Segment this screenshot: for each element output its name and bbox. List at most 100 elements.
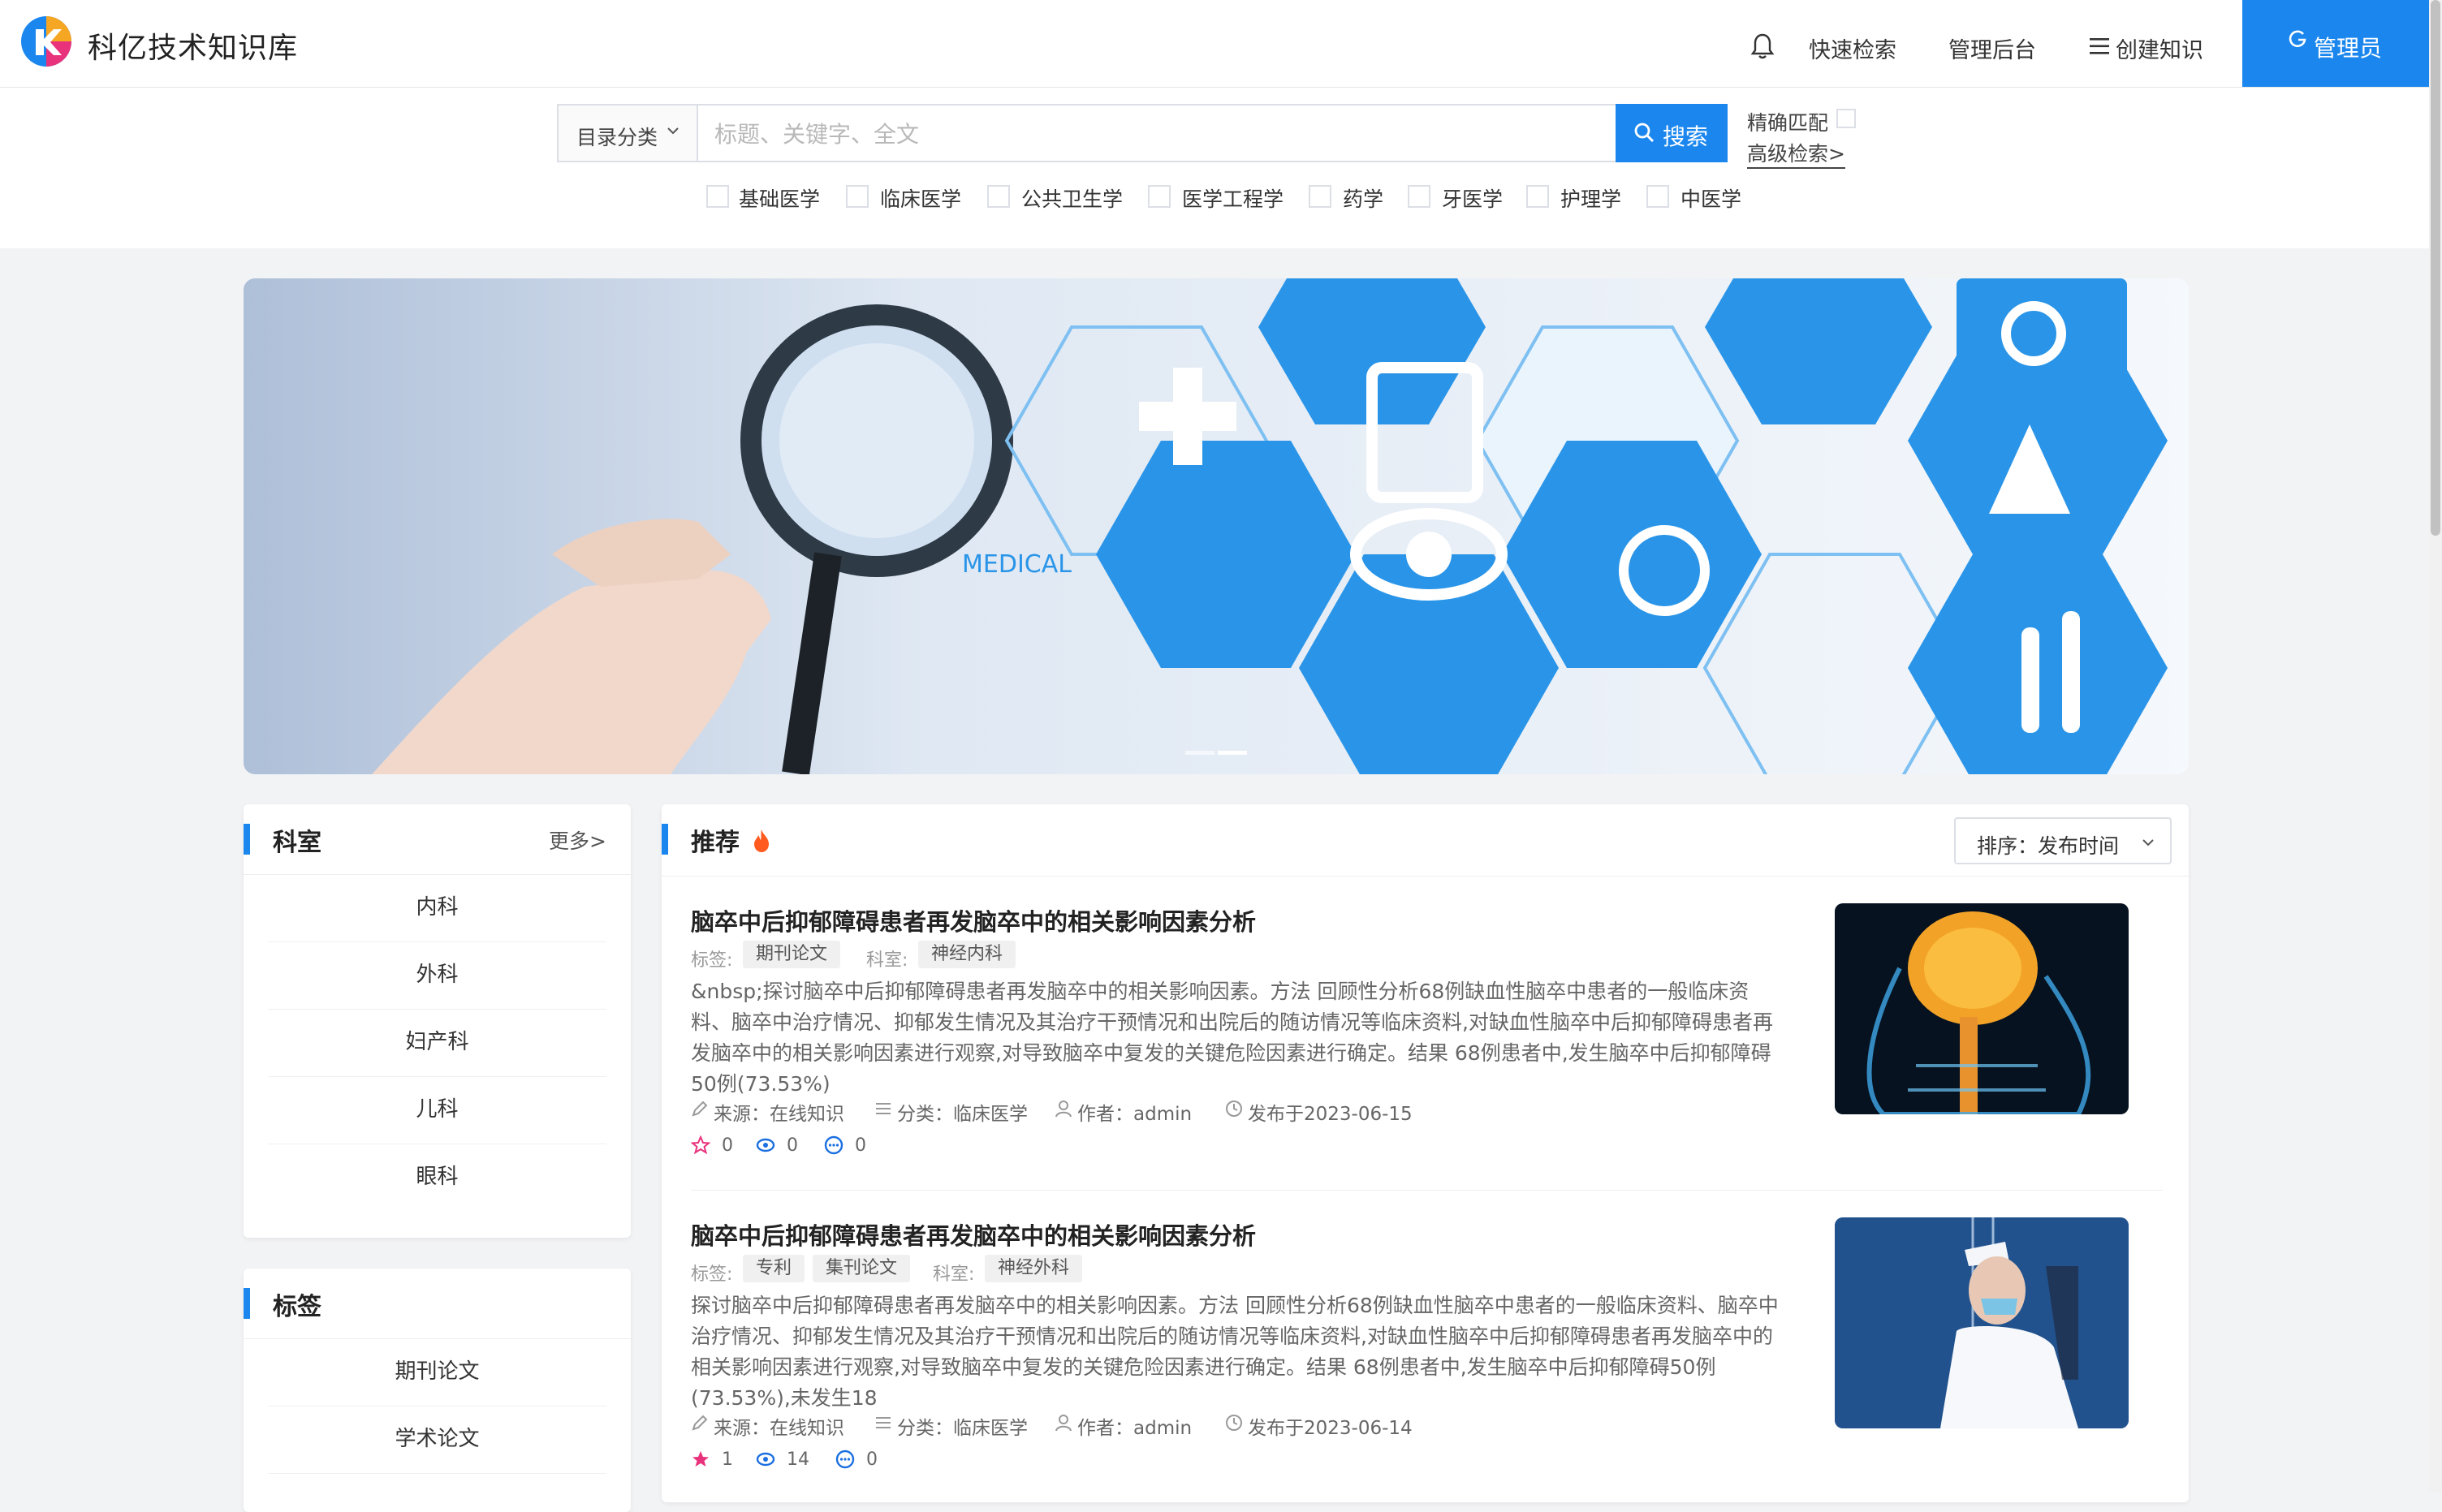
article-category: 分类：临床医学 — [874, 1412, 1028, 1440]
search-box: 目录分类 搜索 — [557, 104, 1728, 162]
nav-create-knowledge[interactable]: 创建知识 — [2116, 32, 2203, 64]
article-tag[interactable]: 集刊论文 — [813, 1255, 911, 1282]
filter-checkbox[interactable] — [1408, 185, 1430, 208]
filter-checkbox[interactable] — [1309, 185, 1331, 208]
eye-icon — [756, 1138, 775, 1152]
article-category: 分类：临床医学 — [874, 1098, 1028, 1126]
department-item[interactable]: 眼科 — [268, 1144, 606, 1211]
app-title[interactable]: 科亿技术知识库 — [88, 24, 298, 67]
banner-image[interactable]: MEDICAL MEDICAL — [244, 278, 2189, 774]
exact-match-label: 精确匹配 — [1747, 111, 1829, 135]
comment-icon — [835, 1450, 855, 1469]
tags-label: 标签: — [691, 1264, 733, 1285]
search-icon — [1634, 123, 1655, 143]
edit-icon — [692, 1415, 708, 1431]
star-filled-icon — [692, 1451, 709, 1467]
scrollbar[interactable] — [2429, 0, 2442, 1492]
article-divider — [691, 1190, 2163, 1191]
user-icon — [1055, 1101, 1072, 1118]
bell-icon[interactable] — [1750, 32, 1775, 60]
tags-title: 标签 — [273, 1293, 321, 1321]
tag-item[interactable]: 期刊论文 — [268, 1338, 606, 1406]
article-source: 来源：在线知识 — [691, 1098, 844, 1126]
article-thumbnail[interactable] — [1835, 1217, 2129, 1428]
departments-panel: 科室 更多> 内科 外科 妇产科 儿科 眼科 — [244, 804, 631, 1238]
departments-title: 科室 — [273, 829, 321, 857]
edit-icon — [692, 1101, 708, 1117]
eye-icon — [756, 1452, 775, 1467]
article-abstract: &nbsp;探讨脑卒中后抑郁障碍患者再发脑卒中的相关影响因素。方法 回顾性分析6… — [691, 980, 1773, 1096]
panel-accent-bar — [244, 1288, 250, 1319]
star-icon — [691, 1135, 710, 1155]
filter-checkbox[interactable] — [1526, 185, 1549, 208]
filter-label: 医学工程学 — [1182, 187, 1284, 211]
category-select[interactable]: 目录分类 — [559, 106, 698, 161]
app-logo-icon[interactable] — [19, 15, 73, 68]
filter-checkbox[interactable] — [987, 185, 1010, 208]
article-title[interactable]: 脑卒中后抑郁障碍患者再发脑卒中的相关影响因素分析 — [691, 903, 1256, 937]
article-date: 发布于2023-06-15 — [1225, 1098, 1413, 1126]
department-item[interactable]: 外科 — [268, 941, 606, 1010]
filter-label: 基础医学 — [739, 187, 821, 211]
filter-label: 中医学 — [1680, 187, 1742, 211]
user-menu-button[interactable]: 管理员 — [2242, 0, 2429, 87]
filter-label: 护理学 — [1560, 187, 1622, 211]
exact-match-checkbox[interactable] — [1836, 109, 1856, 128]
department-item[interactable]: 妇产科 — [268, 1009, 606, 1077]
departments-more-link[interactable]: 更多> — [549, 825, 606, 855]
chevron-down-icon — [2142, 839, 2154, 846]
article-title[interactable]: 脑卒中后抑郁障碍患者再发脑卒中的相关影响因素分析 — [691, 1217, 1256, 1251]
clock-icon — [1226, 1101, 1242, 1117]
article-tag[interactable]: 专利 — [743, 1255, 805, 1282]
filter-label: 牙医学 — [1442, 187, 1504, 211]
article-tag[interactable]: 期刊论文 — [743, 941, 841, 968]
clock-icon — [1226, 1415, 1242, 1431]
search-button-label: 搜索 — [1663, 123, 1709, 150]
article-author: 作者：admin — [1055, 1412, 1192, 1440]
list-icon — [876, 1417, 891, 1428]
filter-checkbox[interactable] — [846, 185, 869, 208]
filter-checkbox[interactable] — [706, 185, 729, 208]
nav-admin-backend[interactable]: 管理后台 — [1948, 32, 2036, 64]
nav-quick-search[interactable]: 快速检索 — [1809, 32, 1896, 64]
article-source: 来源：在线知识 — [691, 1412, 844, 1440]
category-select-label: 目录分类 — [576, 126, 658, 149]
article-department[interactable]: 神经内科 — [918, 941, 1016, 968]
tag-item[interactable]: 学术论文 — [268, 1406, 606, 1474]
filter-label: 药学 — [1343, 187, 1384, 211]
tags-label: 标签: — [691, 950, 733, 971]
article-date: 发布于2023-06-14 — [1225, 1412, 1413, 1440]
article-department[interactable]: 神经外科 — [985, 1255, 1083, 1282]
comment-icon — [824, 1135, 843, 1155]
filter-label: 公共卫生学 — [1021, 187, 1124, 211]
recommend-title: 推荐 — [691, 829, 740, 857]
filter-checkbox[interactable] — [1646, 185, 1669, 208]
panel-accent-bar — [244, 824, 250, 855]
search-area: 目录分类 搜索 精确匹配 高级检索> 基础医学 临床医学 公共卫生学 医学工程学… — [0, 88, 2429, 248]
sort-dropdown[interactable]: 排序：发布时间 — [1954, 817, 2172, 864]
list-icon — [876, 1103, 891, 1114]
filter-checkbox[interactable] — [1148, 185, 1171, 208]
search-input[interactable] — [698, 106, 1609, 162]
department-label: 科室: — [933, 1264, 975, 1285]
article-thumbnail[interactable] — [1835, 903, 2129, 1114]
chevron-down-icon — [667, 127, 679, 135]
advanced-search-link[interactable]: 高级检索> — [1747, 138, 1845, 169]
panel-accent-bar — [662, 824, 668, 855]
user-icon — [2289, 30, 2306, 48]
banner-text: MEDICAL — [1356, 291, 1465, 319]
article-author: 作者：admin — [1055, 1098, 1192, 1126]
filter-label: 临床医学 — [880, 187, 962, 211]
user-name: 管理员 — [2314, 35, 2383, 62]
top-header: 科亿技术知识库 快速检索 管理后台 创建知识 管理员 — [0, 0, 2429, 88]
banner-text: MEDICAL — [962, 550, 1072, 579]
department-item[interactable]: 内科 — [268, 874, 606, 942]
department-item[interactable]: 儿科 — [268, 1076, 606, 1144]
user-icon — [1055, 1415, 1072, 1432]
recommend-panel: 推荐 排序：发布时间 脑卒中后抑郁障碍患者再发脑卒中的相关影响因素分析 标签: … — [662, 804, 2189, 1502]
panel-divider — [662, 876, 2189, 877]
search-button[interactable]: 搜索 — [1616, 104, 1728, 162]
article-abstract: 探讨脑卒中后抑郁障碍患者再发脑卒中的相关影响因素。方法 回顾性分析68例缺血性脑… — [691, 1294, 1779, 1410]
list-icon — [2090, 38, 2109, 54]
scrollbar-thumb[interactable] — [2431, 0, 2440, 536]
